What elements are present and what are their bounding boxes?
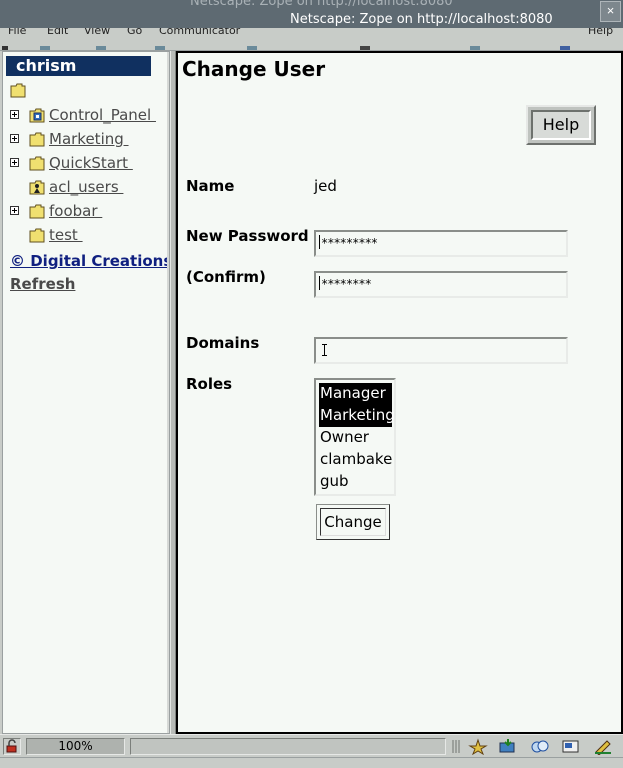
change-button-label[interactable]: Change	[320, 508, 386, 536]
change-button[interactable]: Change	[316, 504, 390, 540]
new-password-field[interactable]: *********	[314, 230, 568, 257]
role-option-manager[interactable]: Manager	[319, 383, 392, 405]
confirm-password-field[interactable]: ********	[314, 271, 568, 298]
menu-file[interactable]: File	[8, 28, 26, 37]
status-message	[130, 738, 446, 755]
menu-help[interactable]: Help	[588, 28, 613, 37]
domains-field[interactable]	[314, 337, 568, 364]
role-option-owner[interactable]: Owner	[319, 427, 394, 449]
user-folder-icon	[29, 180, 45, 195]
help-button[interactable]: Help	[526, 105, 596, 145]
forward-icon[interactable]	[96, 46, 106, 50]
role-option-marketing[interactable]: Marketing	[319, 405, 395, 427]
tree-item-acl-users[interactable]: acl_users	[10, 178, 165, 200]
user-banner: chrism	[6, 56, 151, 76]
expand-icon[interactable]	[10, 158, 19, 167]
domains-label: Domains	[186, 334, 260, 352]
control-panel-icon	[29, 108, 45, 123]
folder-icon	[29, 156, 45, 171]
tree-item-control-panel[interactable]: Control_Panel	[10, 106, 165, 128]
tree-item-test[interactable]: test	[10, 226, 165, 248]
discussion-icon[interactable]	[530, 738, 550, 755]
window-bottom-edge	[0, 757, 623, 768]
role-option-clambake[interactable]: clambake	[319, 449, 394, 471]
text-cursor-icon	[322, 344, 327, 356]
role-option-gub[interactable]: gub	[319, 471, 394, 493]
folder-icon	[29, 204, 45, 219]
name-label: Name	[186, 177, 235, 195]
refresh-link[interactable]: Refresh	[10, 275, 75, 293]
zoom-level: 100%	[26, 738, 125, 755]
resize-grip-icon[interactable]	[452, 739, 460, 754]
tree-item-label[interactable]: test	[49, 226, 83, 244]
name-value: jed	[314, 177, 337, 195]
root-folder-icon[interactable]	[10, 83, 26, 98]
edit-pencil-icon[interactable]	[593, 738, 613, 755]
help-button-label[interactable]: Help	[531, 110, 591, 140]
security-lock-icon[interactable]	[3, 738, 21, 755]
tree-item-label[interactable]: QuickStart	[49, 154, 133, 172]
search-icon[interactable]	[360, 46, 370, 50]
menu-go[interactable]: Go	[127, 28, 142, 37]
expand-icon[interactable]	[10, 110, 19, 119]
window-close-button[interactable]: ×	[600, 1, 621, 22]
reload-icon[interactable]	[155, 46, 165, 50]
expand-icon[interactable]	[10, 134, 19, 143]
new-password-value: *********	[321, 236, 378, 250]
window-title: Netscape: Zope on http://localhost:8080	[290, 12, 553, 27]
menu-view[interactable]: View	[84, 28, 110, 37]
tree-item-quickstart[interactable]: QuickStart	[10, 154, 165, 176]
menu-edit[interactable]: Edit	[47, 28, 68, 37]
ghost-window-title: Netscape: Zope on http://localhost:8080	[190, 0, 453, 9]
folder-icon	[29, 132, 45, 147]
expand-icon[interactable]	[10, 206, 19, 215]
status-bar: 100%	[0, 734, 623, 758]
roles-label: Roles	[186, 375, 233, 393]
menu-communicator[interactable]: Communicator	[159, 28, 240, 37]
menu-bar: File Edit View Go Communicator Help	[0, 28, 623, 40]
window-titlebar: Netscape: Zope on http://localhost:8080 …	[0, 0, 623, 28]
copyright-link[interactable]: © Digital Creations	[10, 252, 169, 270]
new-password-label: New Password	[186, 227, 309, 245]
toolbar-grip-icon[interactable]	[2, 46, 8, 50]
content-frame: Change User Help Name jed New Password *…	[176, 51, 623, 734]
folder-icon	[29, 228, 45, 243]
tree-item-foobar[interactable]: foobar	[10, 202, 165, 224]
print-icon[interactable]	[470, 46, 480, 50]
frame-edge	[167, 52, 169, 733]
navigation-frame: chrism Control_Panel Marketing QuickStar…	[2, 51, 170, 734]
confirm-password-label: (Confirm)	[186, 268, 266, 286]
text-caret	[319, 276, 320, 290]
home-icon[interactable]	[247, 46, 257, 50]
roles-select[interactable]: Manager Marketing Owner clambake gub	[314, 378, 396, 496]
page-title: Change User	[182, 57, 326, 81]
tree-item-label[interactable]: acl_users	[49, 178, 123, 196]
tree-item-marketing[interactable]: Marketing	[10, 130, 165, 152]
confirm-password-value: ********	[321, 277, 372, 291]
navigator-icon[interactable]	[468, 738, 488, 755]
navigation-toolbar	[0, 40, 623, 51]
tree-item-label[interactable]: Marketing	[49, 130, 129, 148]
composer-icon[interactable]	[561, 738, 581, 755]
back-icon[interactable]	[40, 46, 50, 50]
tree-item-label[interactable]: Control_Panel	[49, 106, 156, 124]
stop-icon[interactable]	[560, 46, 570, 50]
tree-item-label[interactable]: foobar	[49, 202, 102, 220]
text-caret	[319, 235, 320, 249]
mailbox-icon[interactable]	[498, 738, 518, 755]
